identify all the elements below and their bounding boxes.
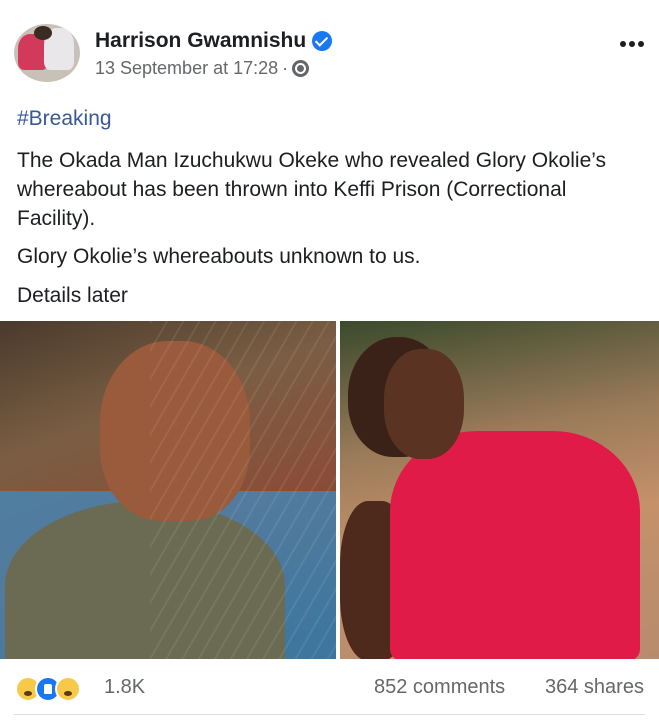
post-timestamp[interactable]: 13 September at 17:28 <box>95 58 278 79</box>
hashtag-link[interactable]: #Breaking <box>17 104 647 133</box>
verified-badge-icon <box>312 31 333 51</box>
comments-count[interactable]: 852 comments <box>374 676 505 699</box>
post-paragraph: Glory Okolie’s whereabouts unknown to us… <box>17 245 421 268</box>
author-avatar[interactable] <box>14 24 80 82</box>
post-paragraph: The Okada Man Izuchukwu Okeke who reveal… <box>17 149 607 230</box>
avatar-figure-head <box>34 26 52 40</box>
wow-reaction-icon <box>55 676 81 702</box>
post-footer: 1.8K 852 comments 364 shares <box>0 668 659 710</box>
shares-count[interactable]: 364 shares <box>545 676 644 699</box>
photo-face-shape <box>384 349 464 459</box>
post-meta: 13 September at 17:28 · <box>95 57 310 79</box>
author-name[interactable]: Harrison Gwamnishu <box>95 29 306 53</box>
post-paragraph: Details later <box>17 284 128 307</box>
photo-crack-overlay <box>150 321 336 659</box>
reaction-count[interactable]: 1.8K <box>104 676 145 699</box>
author-row: Harrison Gwamnishu <box>95 28 333 54</box>
photo-man[interactable] <box>0 321 336 659</box>
more-dot <box>629 41 635 47</box>
facebook-post: Harrison Gwamnishu 13 September at 17:28… <box>0 0 659 720</box>
footer-divider <box>14 714 645 715</box>
photo-woman[interactable] <box>340 321 659 659</box>
more-dot <box>638 41 644 47</box>
more-options-icon[interactable] <box>620 41 644 47</box>
more-dot <box>620 41 626 47</box>
photo-dress-shape <box>390 431 640 659</box>
post-header: Harrison Gwamnishu 13 September at 17:28… <box>0 0 659 96</box>
globe-icon[interactable] <box>292 59 310 77</box>
photo-grid <box>0 321 659 659</box>
reaction-icons[interactable] <box>15 676 81 702</box>
meta-separator: · <box>282 57 289 78</box>
